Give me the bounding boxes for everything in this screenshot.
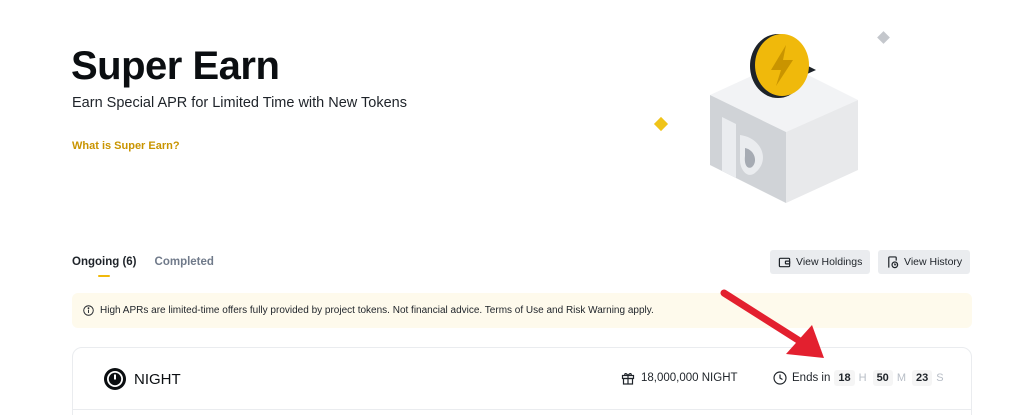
- token-name: NIGHT: [134, 370, 181, 388]
- gift-icon: [621, 373, 635, 385]
- view-history-button[interactable]: View History: [878, 250, 971, 274]
- risk-notice-banner: High APRs are limited-time offers fully …: [72, 293, 972, 328]
- night-token-logo: [104, 368, 126, 390]
- view-holdings-label: View Holdings: [796, 256, 863, 268]
- info-icon: [83, 305, 94, 316]
- countdown-hours-unit: H: [858, 372, 867, 384]
- clock-icon: [773, 371, 787, 385]
- yellow-diamond-decoration: [653, 116, 669, 132]
- countdown-hours: 18: [834, 370, 855, 386]
- countdown-timer: Ends in 18 H 50 M 23 S: [773, 370, 946, 386]
- annotation-arrow: [720, 289, 824, 358]
- countdown-minutes: 50: [872, 370, 893, 386]
- history-icon: [888, 255, 899, 268]
- what-is-super-earn-link[interactable]: What is Super Earn?: [72, 140, 180, 152]
- product-card-night[interactable]: NIGHT 18,000,000 NIGHT Ends in 18 H 50 M…: [72, 347, 972, 415]
- reward-supply-value: 18,000,000 NIGHT: [641, 372, 738, 384]
- tab-completed[interactable]: Completed: [155, 256, 214, 275]
- card-divider: [73, 409, 971, 410]
- countdown-seconds: 23: [911, 370, 933, 386]
- countdown-label: Ends in: [792, 372, 831, 384]
- view-history-label: View History: [904, 256, 963, 268]
- page-subtitle: Earn Special APR for Limited Time with N…: [72, 95, 407, 111]
- tab-ongoing[interactable]: Ongoing (6): [72, 256, 137, 277]
- countdown-seconds-unit: S: [936, 372, 944, 384]
- page-title: Super Earn: [71, 44, 280, 88]
- savings-box-illustration: [653, 31, 890, 203]
- reward-supply: 18,000,000 NIGHT: [621, 371, 738, 385]
- countdown-minutes-unit: M: [896, 372, 906, 384]
- gray-diamond-decoration: [877, 31, 890, 44]
- wallet-icon: [778, 257, 791, 267]
- risk-notice-text: High APRs are limited-time offers fully …: [100, 305, 654, 316]
- token-info: NIGHT: [103, 367, 181, 391]
- earn-tabs: Ongoing (6) Completed: [72, 256, 214, 277]
- view-holdings-button[interactable]: View Holdings: [770, 250, 871, 274]
